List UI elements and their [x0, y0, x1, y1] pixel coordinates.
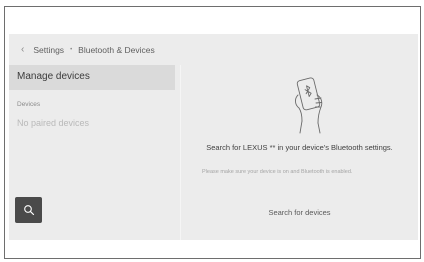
figure-frame: ‹ Settings • Bluetooth & Devices Manage …	[4, 6, 421, 259]
phone-bluetooth-icon	[295, 77, 323, 134]
bluetooth-note-text: Please make sure your device is on and B…	[202, 169, 353, 175]
breadcrumb: ‹ Settings • Bluetooth & Devices	[9, 34, 418, 65]
search-button[interactable]	[15, 197, 42, 223]
search-for-devices-button[interactable]: Search for devices	[181, 208, 418, 217]
main-panel: Search for LEXUS ** in your device's Blu…	[181, 65, 418, 240]
no-paired-devices-text: No paired devices	[17, 118, 90, 128]
settings-screen: ‹ Settings • Bluetooth & Devices Manage …	[9, 34, 418, 240]
instruction-text: Search for LEXUS ** in your device's Blu…	[206, 143, 393, 152]
chevron-left-icon[interactable]: ‹	[21, 44, 24, 55]
search-icon	[23, 205, 34, 216]
sidebar-item-manage-devices[interactable]: Manage devices	[9, 65, 175, 90]
breadcrumb-separator: •	[70, 46, 73, 53]
devices-section-header: Devices	[17, 101, 41, 108]
breadcrumb-item-settings[interactable]: Settings	[33, 45, 64, 55]
breadcrumb-item-bluetooth-devices: Bluetooth & Devices	[78, 44, 155, 55]
sidebar: Manage devices Devices No paired devices	[9, 65, 175, 240]
